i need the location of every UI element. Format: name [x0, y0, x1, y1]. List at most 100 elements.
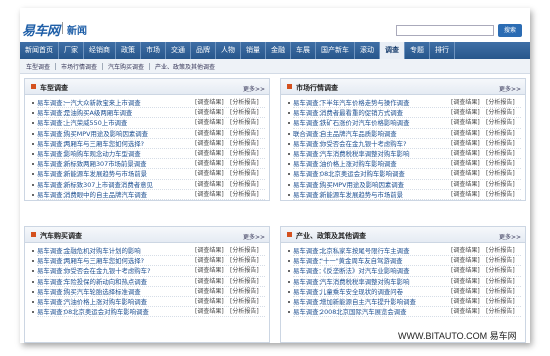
more-link[interactable]: 更多>>: [499, 232, 521, 241]
nav-item[interactable]: 政策: [116, 42, 141, 59]
bullet-icon: [288, 260, 290, 263]
row-divider: [293, 198, 521, 200]
panel-car-model-survey: 车型调查 更多>> 易车调查： 一汽大众新款宝来上市调查 [调查结果] [分析报告] 易车调…: [24, 78, 270, 201]
subnav-item[interactable]: 汽车购买调查: [108, 62, 144, 71]
sub-nav: 车型调查 市场行情调查 汽车购买调查 产业、政策及其他调查: [20, 59, 530, 74]
bullet-icon: [32, 193, 34, 196]
list-item: 易车调查： 儿童乘车安全现状的调查问卷 [调查结果] [分析报告]: [281, 287, 525, 297]
nav-item[interactable]: 经销商: [84, 42, 116, 59]
list-item: 易车调查： 你受否会在金九银十考虑购车? [调查结果] [分析报告]: [281, 139, 525, 149]
panel-market-survey: 市场行情调查 更多>> 易车调查： 下半年汽车价格走势与操作调查 [调查结果] [分析报告…: [280, 78, 526, 201]
nav-item[interactable]: 金融: [266, 42, 291, 59]
list-item: 易车调查： 汽车消费税税率调整对购车影响 [调查结果] [分析报告]: [281, 277, 525, 287]
row-divider: [293, 316, 521, 318]
nav-item[interactable]: 销量: [241, 42, 266, 59]
panel-title[interactable]: 市场行情调查: [296, 83, 338, 93]
logo-divider: [62, 22, 63, 34]
list-item: 易车调查： 购买MPV用途及影响因素调查 [调查结果] [分析报告]: [281, 180, 525, 190]
panel-title[interactable]: 汽车购买调查: [40, 231, 82, 241]
more-link[interactable]: 更多>>: [243, 84, 265, 93]
subnav-item[interactable]: 车型调查: [26, 62, 50, 71]
bullet-icon: [32, 112, 34, 115]
page-frame: 易车网 新闻 搜索 新闻首页 厂家 经销商 政策 市场 交通 品牌 人物 销量 金融 车展 国产新车滚…: [20, 8, 530, 343]
list-item: 易车调查： 两厢车与三厢车您如何选择? [调查结果] [分析报告]: [25, 139, 269, 149]
row-divider: [37, 316, 265, 318]
bullet-icon: [288, 183, 290, 186]
panel-header: 市场行情调查 更多>>: [281, 79, 525, 95]
bullet-icon: [32, 311, 34, 314]
panel-title[interactable]: 产业、政策及其他调查: [296, 231, 366, 241]
panel-car-purchase-survey: 汽车购买调查 更多>> 易车调查： 金融危机对购车计划的影响 [调查结果] [分析报告] 易…: [24, 226, 270, 343]
nav-item[interactable]: 市场: [141, 42, 166, 59]
bullet-icon: [32, 290, 34, 293]
bullet-icon: [32, 173, 34, 176]
list-item: 易车调查： 《反垄断法》对汽车业影响调查 [调查结果] [分析报告]: [281, 266, 525, 277]
bullet-icon: [32, 300, 34, 303]
nav-item[interactable]: 调查: [380, 42, 405, 59]
list-item: 易车调查： 铁矿石涨价对汽车价格影响调查 [调查结果] [分析报告]: [281, 118, 525, 129]
list-item: 易车调查： 一汽大众新款宝来上市调查 [调查结果] [分析报告]: [25, 98, 269, 109]
list-item: 易车调查： 购买MPV用途及影响因素调查 [调查结果] [分析报告]: [25, 129, 269, 139]
nav-item[interactable]: 交通: [166, 42, 191, 59]
bullet-icon: [288, 311, 290, 314]
subnav-divider: [102, 62, 104, 70]
list-item: 易车调查： 新标致307上市调查消费者意见 [调查结果] [分析报告]: [25, 180, 269, 190]
panel-industry-policy-survey: 产业、政策及其他调查 更多>> 易车调查： 北京私家车按尾号限行车主调查 [调查结果][…: [280, 226, 526, 343]
survey-list: 易车调查： 北京私家车按尾号限行车主调查 [调查结果] [分析报告] 易车调查： "十一"…: [281, 243, 525, 318]
panel-title[interactable]: 车型调查: [40, 83, 68, 93]
list-item: 易车调查： 你受否会在金九银十考虑购车? [调查结果] [分析报告]: [25, 266, 269, 277]
list-item: 易车调查： 新标致两厢307市场前景调查 [调查结果] [分析报告]: [25, 159, 269, 170]
list-item: 易车调查： 购买汽车轮胎选择标准调查 [调查结果] [分析报告]: [25, 287, 269, 297]
nav-item[interactable]: 人物: [216, 42, 241, 59]
nav-item[interactable]: 专题: [405, 42, 430, 59]
search-input[interactable]: [396, 25, 494, 36]
list-item: 易车调查： 2008北京国际汽车展览会调查 [调查结果] [分析报告]: [281, 307, 525, 318]
search-button[interactable]: 搜索: [498, 24, 522, 37]
bullet-icon: [288, 112, 290, 115]
main-nav: 新闻首页 厂家 经销商 政策 市场 交通 品牌 人物 销量 金融 车展 国产新车 滚动 调查 专题 排行: [20, 42, 530, 59]
panel-header: 产业、政策及其他调查 更多>>: [281, 227, 525, 243]
bullet-icon: [32, 142, 34, 145]
bullet-icon: [32, 183, 34, 186]
nav-item[interactable]: 排行: [430, 42, 455, 59]
bullet-icon: [32, 102, 34, 104]
list-item: 易车调查： 消费者最看重的促销方式调查 [调查结果] [分析报告]: [281, 108, 525, 119]
more-link[interactable]: 更多>>: [499, 84, 521, 93]
list-item: 易车调查： 增加新能源自主汽车提升影响调查 [调查结果] [分析报告]: [281, 297, 525, 308]
nav-item[interactable]: 厂家: [59, 42, 84, 59]
bullet-icon: [288, 102, 290, 104]
list-item: 易车调查： 新能源车发展趋势与市场前景 [调查结果] [分析报告]: [281, 190, 525, 200]
list-item: 易车调查： 影响购车观念动力车型调查 [调查结果] [分析报告]: [25, 149, 269, 160]
more-link[interactable]: 更多>>: [243, 232, 265, 241]
bullet-icon: [288, 163, 290, 166]
bullet-icon: [288, 152, 290, 155]
bullet-icon: [288, 290, 290, 293]
panel-bullet-icon: [31, 232, 36, 237]
bullet-icon: [32, 270, 34, 273]
nav-item[interactable]: 国产新车: [316, 42, 355, 59]
nav-item[interactable]: 车展: [291, 42, 316, 59]
watermark: WWW.BITAUTO.COM 易车网: [398, 331, 517, 341]
panel-bullet-icon: [31, 84, 36, 89]
row-divider: [37, 198, 265, 200]
nav-item[interactable]: 滚动: [355, 42, 380, 59]
panel-header: 汽车购买调查 更多>>: [25, 227, 269, 243]
list-item: 易车调查： 两厢车与三厢车您如何选择? [调查结果] [分析报告]: [25, 256, 269, 267]
survey-list: 易车调查： 金融危机对购车计划的影响 [调查结果] [分析报告] 易车调查： 两厢车与三厢…: [25, 243, 269, 318]
section-title[interactable]: 新闻: [67, 22, 87, 37]
bullet-icon: [288, 280, 290, 283]
bullet-icon: [288, 132, 290, 135]
subnav-item[interactable]: 市场行情调查: [61, 62, 97, 71]
bullet-icon: [32, 122, 34, 125]
nav-item[interactable]: 品牌: [191, 42, 216, 59]
site-logo[interactable]: 易车网: [22, 20, 60, 39]
nav-item[interactable]: 新闻首页: [20, 42, 59, 59]
panel-bullet-icon: [287, 84, 292, 89]
bullet-icon: [32, 132, 34, 135]
list-item: 易车调查： 金融危机对购车计划的影响 [调查结果] [分析报告]: [25, 246, 269, 257]
subnav-item[interactable]: 产业、政策及其他调查: [155, 62, 215, 71]
bullet-icon: [288, 250, 290, 252]
list-item: 易车调查： "十一"黄金周车友自驾游调查 [调查结果] [分析报告]: [281, 256, 525, 267]
survey-list: 易车调查： 一汽大众新款宝来上市调查 [调查结果] [分析报告] 易车调查： 是油购买A级…: [25, 95, 269, 200]
list-item: 易车调查： 新能源车发展趋势与市场前景 [调查结果] [分析报告]: [25, 169, 269, 180]
